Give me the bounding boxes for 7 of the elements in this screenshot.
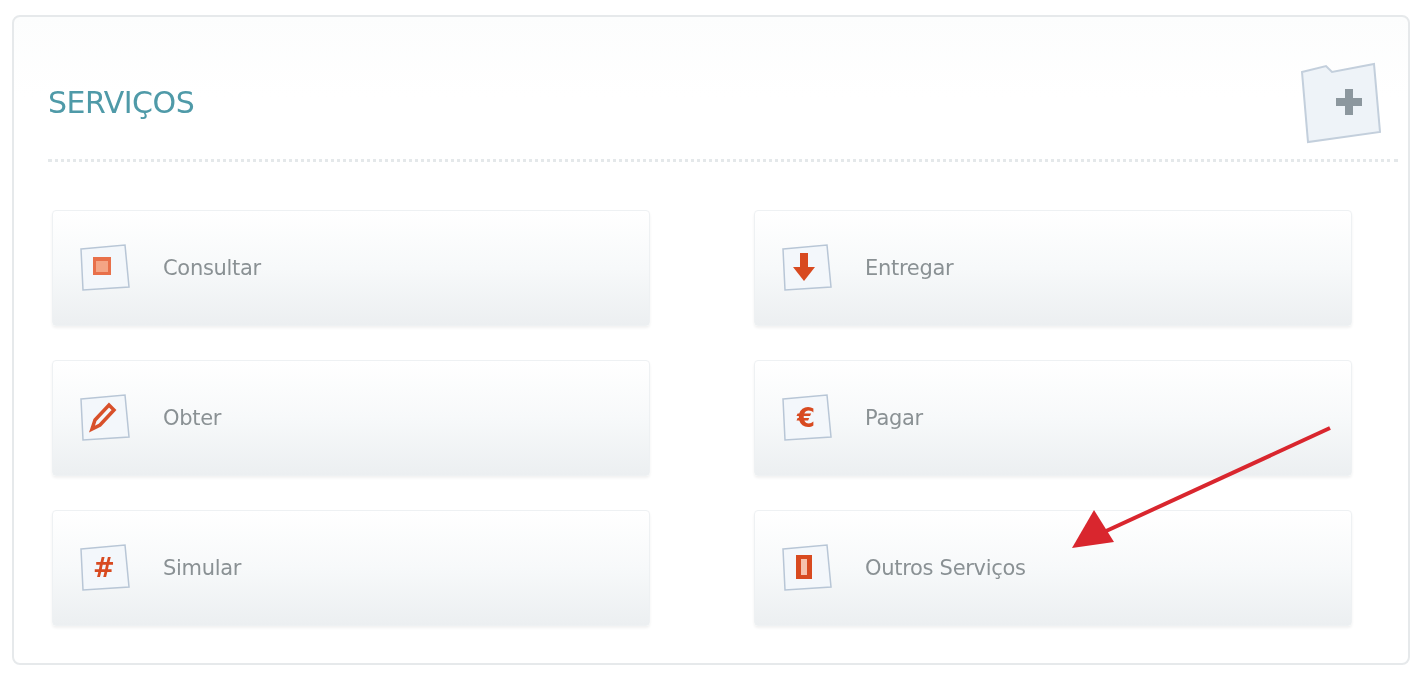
service-button[interactable]: € Pagar xyxy=(754,360,1352,476)
section-title: SERVIÇOS xyxy=(48,84,195,120)
service-button[interactable]: Obter xyxy=(52,360,650,476)
service-button[interactable]: Outros Serviços xyxy=(754,510,1352,626)
service-button[interactable]: Consultar xyxy=(52,210,650,326)
service-button[interactable]: # Simular xyxy=(52,510,650,626)
service-button[interactable]: Entregar xyxy=(754,210,1352,326)
